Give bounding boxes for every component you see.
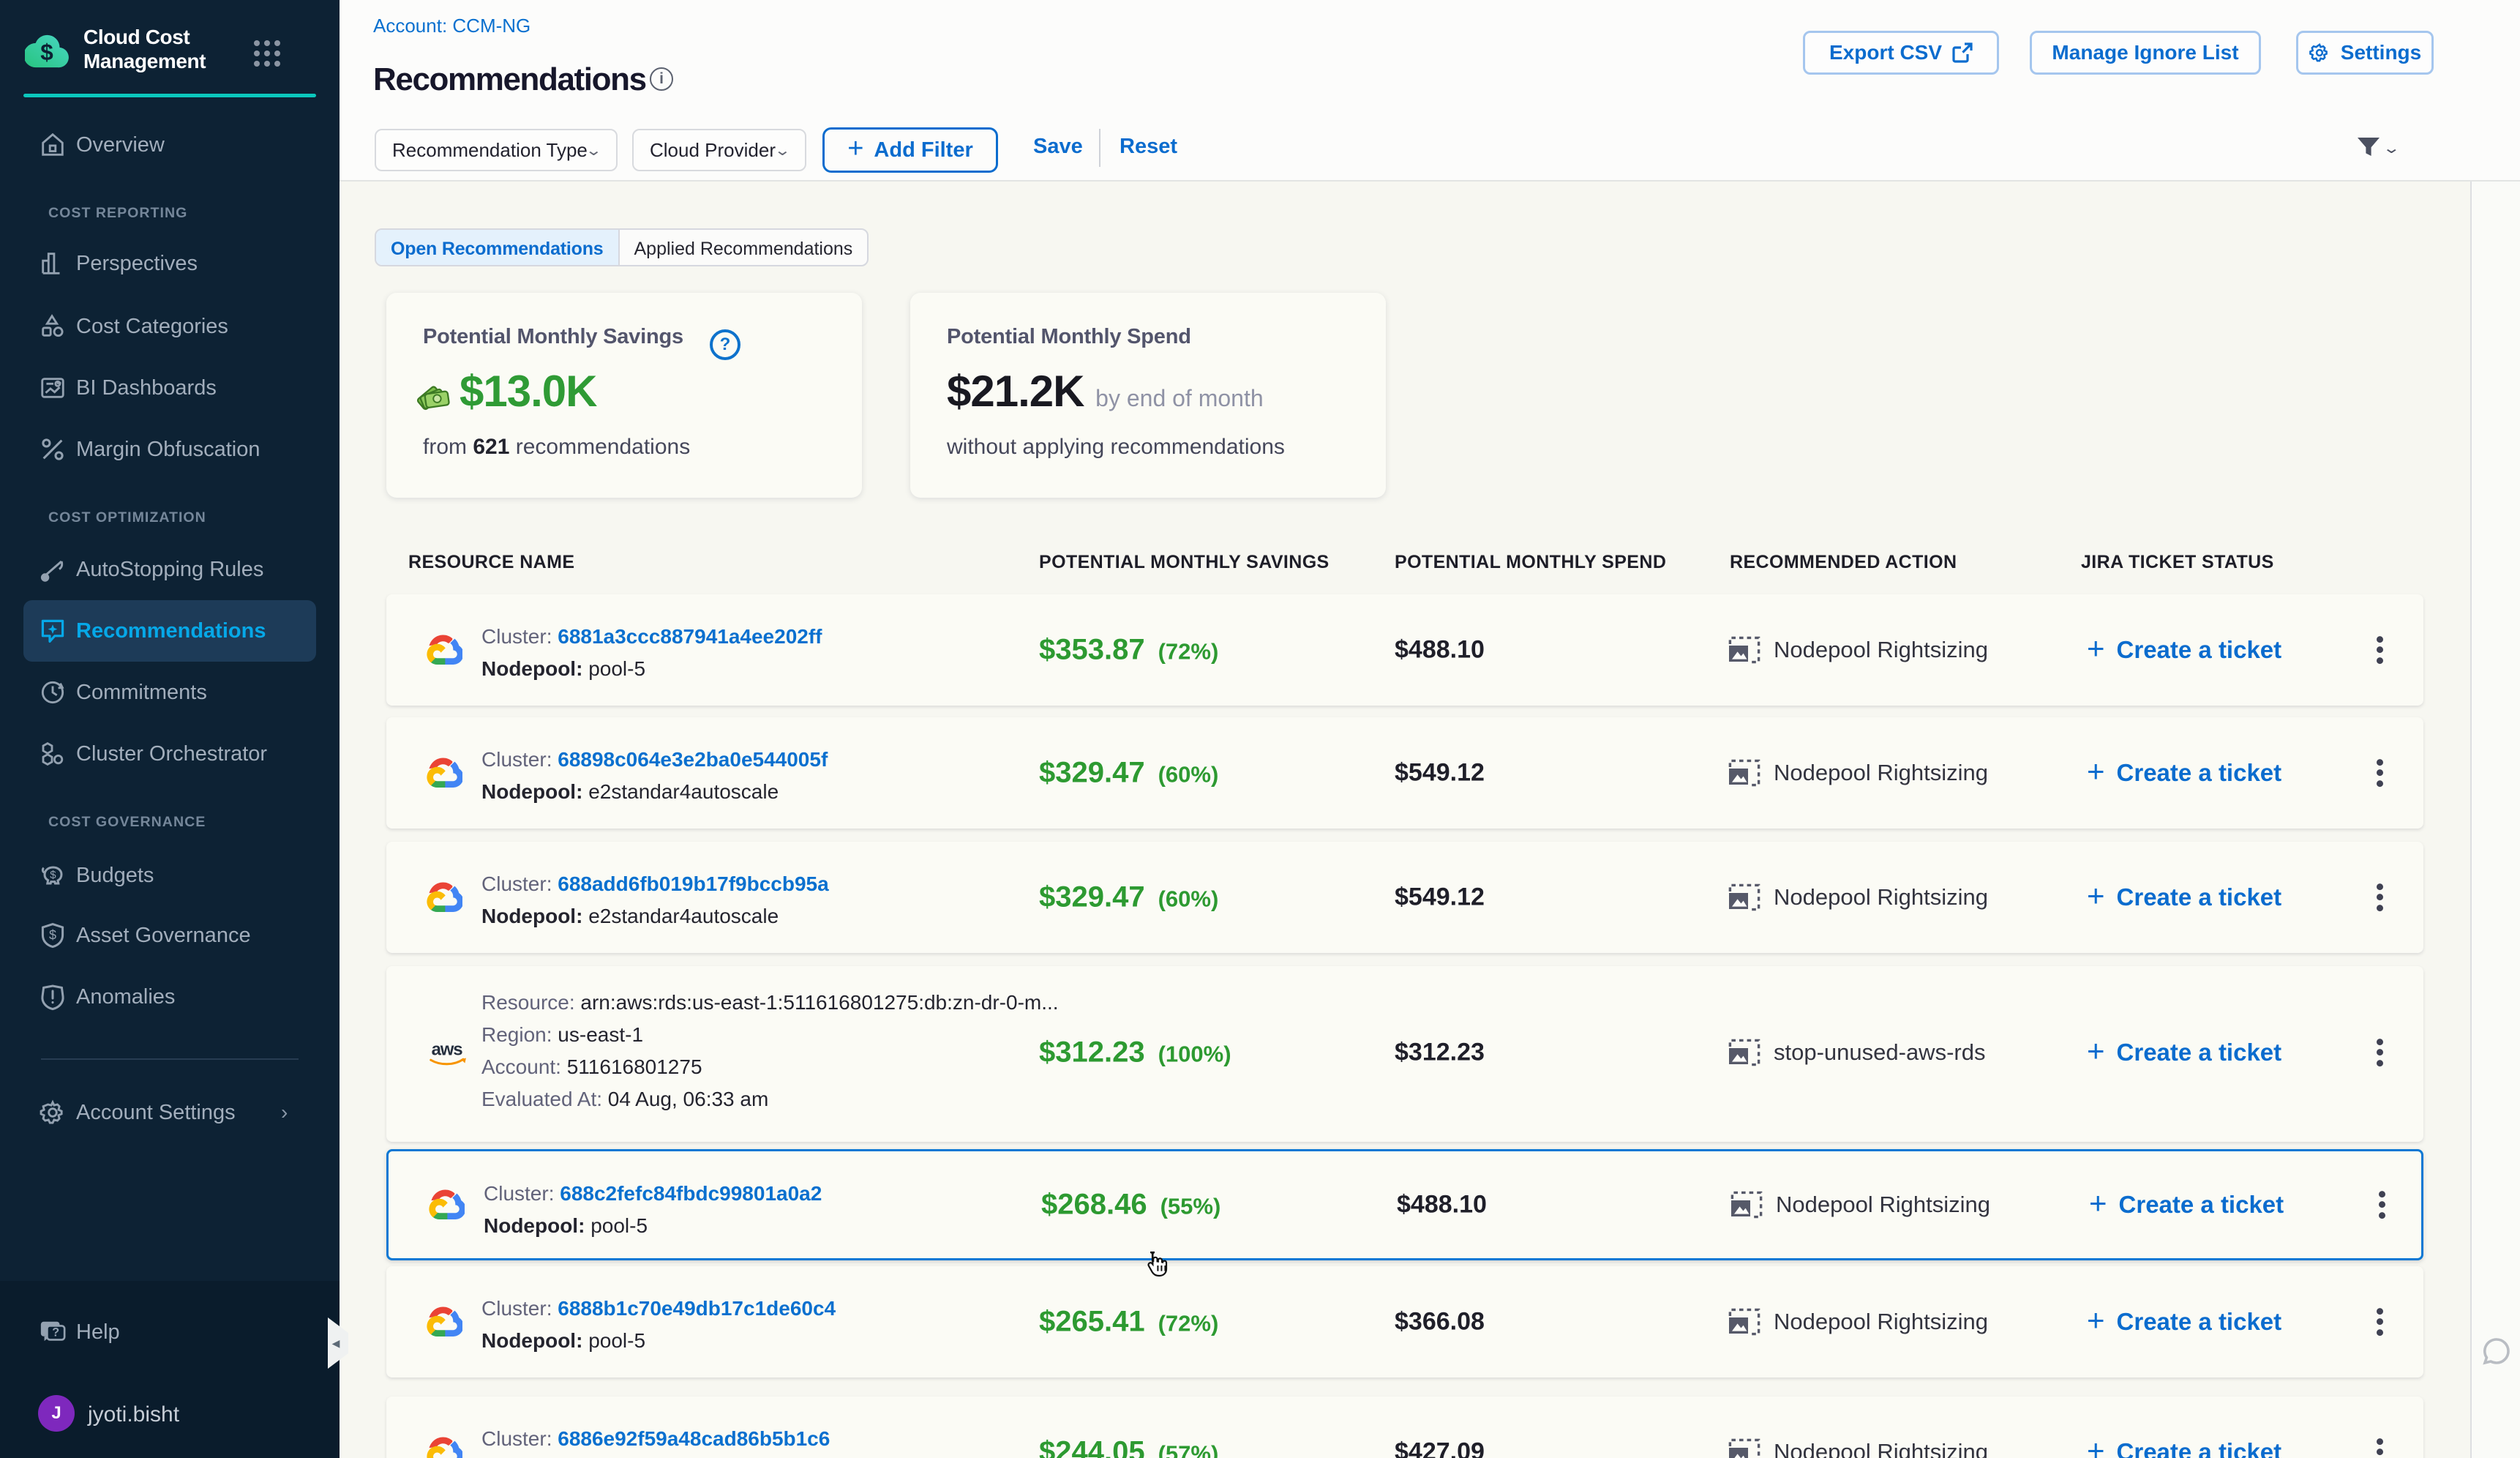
svg-text:$: $ [49,927,56,942]
svg-text:?: ? [52,1326,59,1339]
svg-text:aws: aws [432,1040,463,1060]
svg-text:$: $ [50,869,56,881]
svg-text:$: $ [40,40,53,65]
